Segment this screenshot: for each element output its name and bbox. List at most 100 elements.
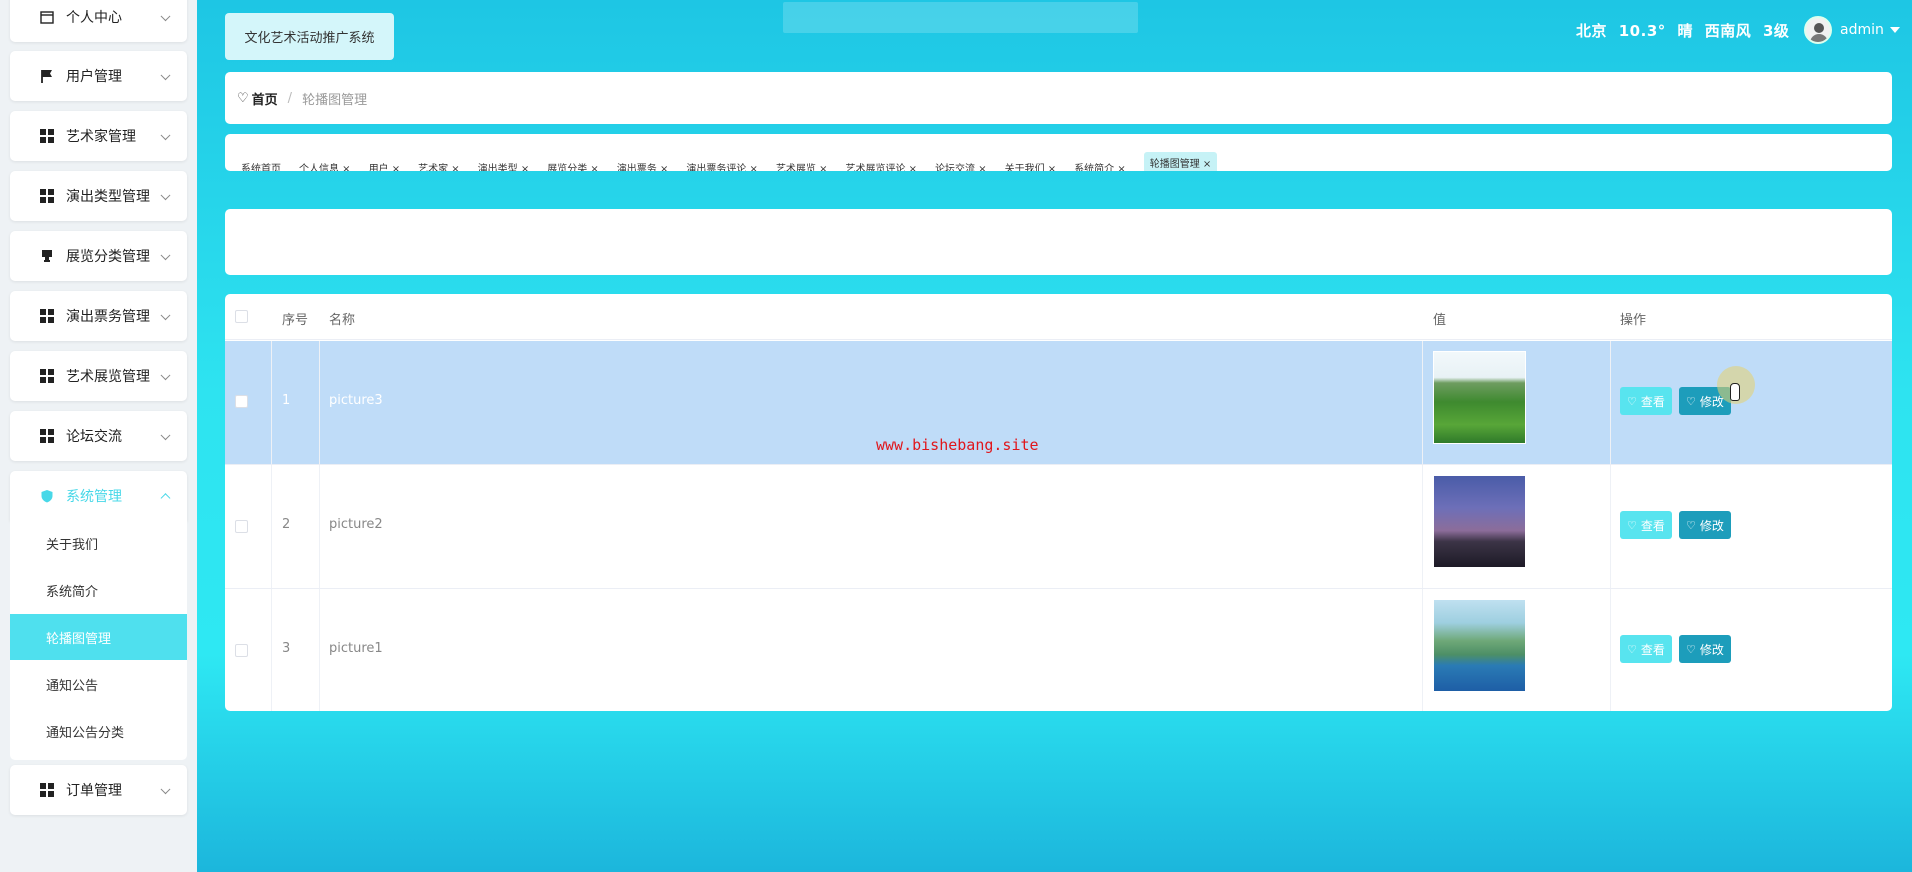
heart-icon: ♡ bbox=[1627, 519, 1637, 532]
row-name: picture3 bbox=[329, 393, 383, 408]
chevron-up-icon bbox=[160, 493, 171, 504]
grid-icon bbox=[40, 309, 54, 323]
tag-home[interactable]: 系统首页 bbox=[241, 158, 281, 171]
tag-exhibition-category[interactable]: 展览分类 × bbox=[547, 158, 599, 171]
header-name: 名称 bbox=[329, 313, 356, 328]
sidebar-item-system-management[interactable]: 系统管理 bbox=[10, 471, 187, 521]
tag-artist[interactable]: 艺术家 × bbox=[418, 158, 460, 171]
top-decoration bbox=[783, 2, 1138, 33]
row-image-thumbnail bbox=[1433, 475, 1526, 568]
tag-ticket[interactable]: 演出票务 × bbox=[617, 158, 669, 171]
sidebar-item-artist-management[interactable]: 艺术家管理 bbox=[10, 111, 187, 161]
heart-icon: ♡ bbox=[1686, 519, 1696, 532]
chevron-down-icon bbox=[160, 250, 171, 261]
row-checkbox[interactable] bbox=[235, 395, 248, 408]
table-row[interactable]: 1 picture3 ♡ 查看 ♡ 修改 bbox=[225, 341, 1892, 465]
row-name: picture1 bbox=[329, 641, 383, 656]
view-button[interactable]: ♡ 查看 bbox=[1620, 387, 1672, 415]
table-row[interactable]: 3 picture1 ♡ 查看 ♡ 修改 bbox=[225, 589, 1892, 711]
sidebar-item-forum[interactable]: 论坛交流 bbox=[10, 411, 187, 461]
sidebar-item-ticket-management[interactable]: 演出票务管理 bbox=[10, 291, 187, 341]
tag-personal-info[interactable]: 个人信息 × bbox=[299, 158, 351, 171]
avatar bbox=[1804, 16, 1832, 44]
watermark-text: www.bishebang.site bbox=[876, 436, 1039, 454]
submenu-item-about-us[interactable]: 关于我们 bbox=[10, 520, 187, 566]
chevron-down-icon bbox=[160, 190, 171, 201]
weather-city: 北京 bbox=[1576, 22, 1608, 40]
tag-about-us[interactable]: 关于我们 × bbox=[1005, 158, 1057, 171]
header-actions: 操作 bbox=[1620, 313, 1647, 328]
edit-button[interactable]: ♡ 修改 bbox=[1679, 511, 1731, 539]
row-index: 2 bbox=[282, 517, 291, 532]
heart-icon: ♡ bbox=[237, 90, 249, 106]
sidebar-item-art-exhibition-management[interactable]: 艺术展览管理 bbox=[10, 351, 187, 401]
row-checkbox[interactable] bbox=[235, 644, 248, 657]
header-value: 值 bbox=[1433, 313, 1447, 328]
tag-forum[interactable]: 论坛交流 × bbox=[935, 158, 987, 171]
chevron-down-icon bbox=[160, 11, 171, 22]
tag-exhibition-comment[interactable]: 艺术展览评论 × bbox=[846, 158, 918, 171]
sidebar-item-performance-type-management[interactable]: 演出类型管理 bbox=[10, 171, 187, 221]
chevron-down-icon bbox=[160, 70, 171, 81]
grid-icon bbox=[40, 129, 54, 143]
stamp-icon bbox=[40, 249, 54, 263]
username: admin bbox=[1840, 22, 1884, 38]
heart-icon: ♡ bbox=[1627, 395, 1637, 408]
submenu-item-notice[interactable]: 通知公告 bbox=[10, 661, 187, 707]
caret-down-icon bbox=[1889, 27, 1900, 33]
sidebar-item-personal-center[interactable]: 个人中心 bbox=[10, 0, 187, 42]
weather-level: 3级 bbox=[1763, 22, 1790, 40]
sidebar-item-order-management[interactable]: 订单管理 bbox=[10, 765, 187, 815]
sidebar-item-label: 系统管理 bbox=[66, 489, 122, 505]
sidebar-item-label: 演出票务管理 bbox=[66, 309, 150, 325]
table-header: 序号 名称 值 操作 bbox=[225, 294, 1892, 340]
table-row[interactable]: 2 picture2 ♡ 查看 ♡ 修改 bbox=[225, 465, 1892, 589]
sidebar-item-label: 演出类型管理 bbox=[66, 189, 150, 205]
weather-condition: 晴 bbox=[1677, 22, 1694, 40]
tag-user[interactable]: 用户 × bbox=[369, 158, 401, 171]
row-image-thumbnail bbox=[1433, 351, 1526, 444]
tag-system-intro[interactable]: 系统简介 × bbox=[1074, 158, 1126, 171]
sidebar-item-label: 论坛交流 bbox=[66, 429, 122, 445]
row-checkbox[interactable] bbox=[235, 520, 248, 533]
hand-cursor-icon bbox=[1730, 383, 1740, 401]
heart-icon: ♡ bbox=[1686, 643, 1696, 656]
tag-art-exhibition[interactable]: 艺术展览 × bbox=[776, 158, 828, 171]
row-index: 1 bbox=[282, 393, 291, 408]
breadcrumb: ♡ 首页 / 轮播图管理 bbox=[225, 72, 1892, 124]
heart-icon: ♡ bbox=[1627, 643, 1637, 656]
row-index: 3 bbox=[282, 641, 291, 656]
edit-button[interactable]: ♡ 修改 bbox=[1679, 635, 1731, 663]
tag-carousel-management[interactable]: 轮播图管理 × bbox=[1143, 152, 1218, 171]
submenu-item-notice-category[interactable]: 通知公告分类 bbox=[10, 708, 187, 754]
weather-info: 北京 10.3° 晴 西南风 3级 bbox=[1576, 20, 1795, 41]
grid-icon bbox=[40, 369, 54, 383]
sidebar-item-label: 艺术展览管理 bbox=[66, 369, 150, 385]
sidebar-item-label: 订单管理 bbox=[66, 783, 122, 799]
header-index: 序号 bbox=[282, 313, 309, 328]
sidebar-item-label: 个人中心 bbox=[66, 10, 122, 26]
sidebar-item-user-management[interactable]: 用户管理 bbox=[10, 51, 187, 101]
sidebar-item-exhibition-category-management[interactable]: 展览分类管理 bbox=[10, 231, 187, 281]
search-panel bbox=[225, 209, 1892, 275]
view-button[interactable]: ♡ 查看 bbox=[1620, 635, 1672, 663]
select-all-checkbox[interactable] bbox=[235, 310, 248, 323]
user-menu[interactable]: admin bbox=[1804, 16, 1900, 44]
breadcrumb-separator: / bbox=[287, 90, 293, 106]
view-button[interactable]: ♡ 查看 bbox=[1620, 511, 1672, 539]
row-image-thumbnail bbox=[1433, 599, 1526, 692]
tag-performance-type[interactable]: 演出类型 × bbox=[478, 158, 530, 171]
submenu-item-carousel-management[interactable]: 轮播图管理 bbox=[10, 614, 187, 660]
chevron-down-icon bbox=[160, 784, 171, 795]
breadcrumb-home[interactable]: 首页 bbox=[252, 89, 278, 108]
heart-icon: ♡ bbox=[1686, 395, 1696, 408]
weather-temp: 10.3° bbox=[1618, 22, 1666, 40]
submenu-item-system-intro[interactable]: 系统简介 bbox=[10, 567, 187, 613]
data-table: 序号 名称 值 操作 1 picture3 ♡ 查看 ♡ 修改 2 picture2… bbox=[225, 294, 1892, 711]
grid-icon bbox=[40, 189, 54, 203]
sidebar-item-label: 用户管理 bbox=[66, 69, 122, 85]
chevron-down-icon bbox=[160, 430, 171, 441]
tag-ticket-comment[interactable]: 演出票务评论 × bbox=[686, 158, 758, 171]
weather-wind: 西南风 bbox=[1704, 22, 1752, 40]
chevron-down-icon bbox=[160, 310, 171, 321]
